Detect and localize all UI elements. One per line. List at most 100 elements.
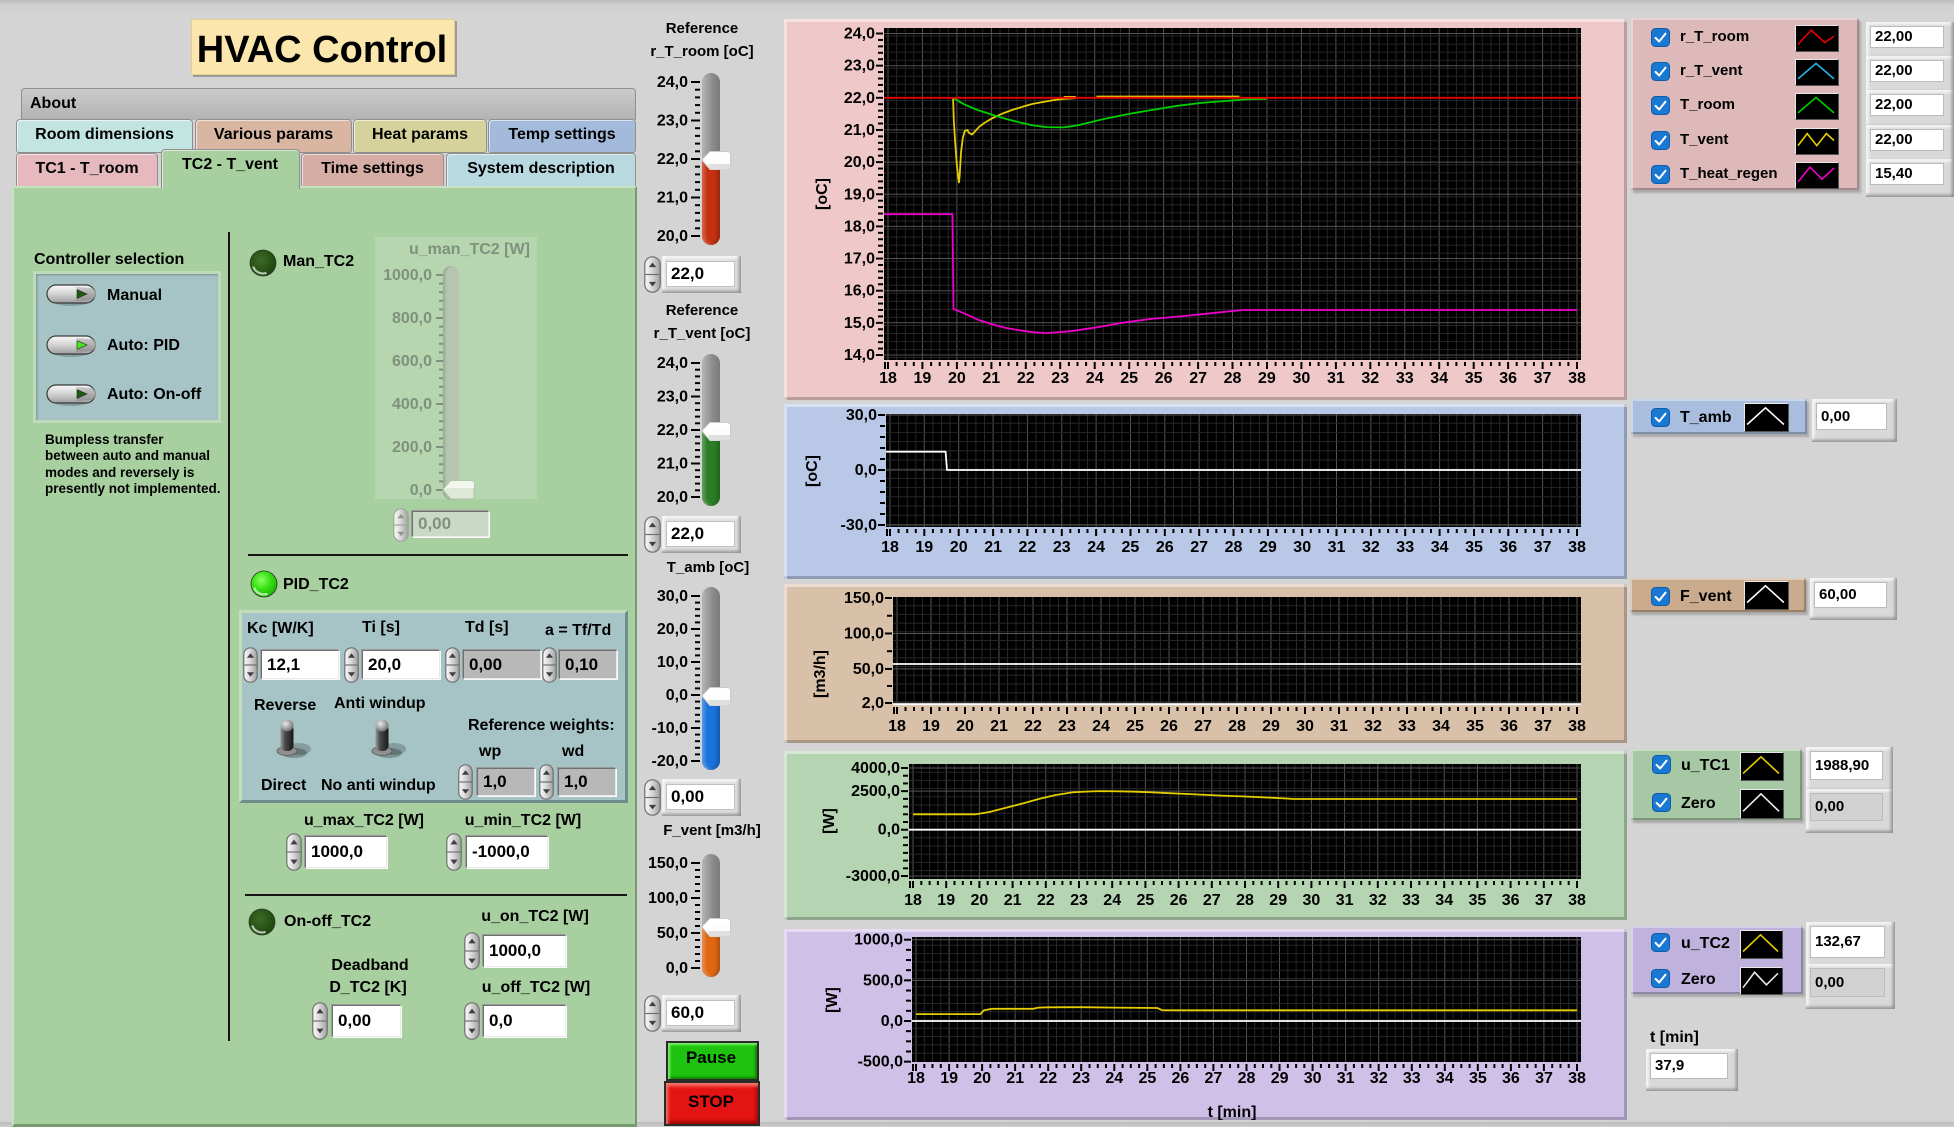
svg-text:23,0: 23,0 bbox=[844, 58, 875, 75]
svg-text:16,0: 16,0 bbox=[844, 283, 875, 300]
svg-text:0,0: 0,0 bbox=[666, 687, 688, 704]
svg-text:-20,0: -20,0 bbox=[652, 753, 689, 770]
svg-text:20: 20 bbox=[948, 370, 966, 387]
svg-text:19: 19 bbox=[915, 539, 933, 556]
svg-text:33: 33 bbox=[1403, 1070, 1421, 1087]
svg-text:22: 22 bbox=[1039, 1070, 1057, 1087]
svg-text:35: 35 bbox=[1469, 892, 1487, 909]
svg-text:30,0: 30,0 bbox=[846, 407, 877, 424]
svg-text:150,0: 150,0 bbox=[648, 855, 688, 872]
svg-text:21: 21 bbox=[1004, 892, 1022, 909]
svg-text:20: 20 bbox=[971, 892, 989, 909]
svg-text:29: 29 bbox=[1269, 892, 1287, 909]
svg-text:30: 30 bbox=[1303, 892, 1321, 909]
svg-text:34: 34 bbox=[1436, 1070, 1454, 1087]
svg-text:36: 36 bbox=[1502, 892, 1520, 909]
svg-text:30: 30 bbox=[1293, 370, 1311, 387]
svg-text:22,0: 22,0 bbox=[844, 90, 875, 107]
svg-text:18: 18 bbox=[881, 539, 899, 556]
svg-text:19: 19 bbox=[937, 892, 955, 909]
svg-text:14,0: 14,0 bbox=[844, 347, 875, 364]
svg-text:27: 27 bbox=[1190, 539, 1208, 556]
svg-text:600,0: 600,0 bbox=[392, 353, 432, 370]
svg-text:38: 38 bbox=[1568, 718, 1586, 735]
svg-text:20: 20 bbox=[956, 718, 974, 735]
svg-text:0,0: 0,0 bbox=[410, 482, 432, 499]
svg-text:32: 32 bbox=[1361, 370, 1379, 387]
svg-text:2,0: 2,0 bbox=[862, 695, 884, 712]
svg-text:24: 24 bbox=[1105, 1070, 1123, 1087]
svg-text:38: 38 bbox=[1568, 892, 1586, 909]
svg-text:23,0: 23,0 bbox=[657, 113, 688, 130]
svg-text:18: 18 bbox=[907, 1070, 925, 1087]
svg-text:22,0: 22,0 bbox=[657, 151, 688, 168]
svg-text:26: 26 bbox=[1170, 892, 1188, 909]
svg-text:36: 36 bbox=[1502, 1070, 1520, 1087]
svg-text:38: 38 bbox=[1568, 370, 1586, 387]
svg-text:25: 25 bbox=[1137, 892, 1155, 909]
svg-text:22: 22 bbox=[1024, 718, 1042, 735]
svg-text:26: 26 bbox=[1160, 718, 1178, 735]
svg-text:25: 25 bbox=[1120, 370, 1138, 387]
svg-text:27: 27 bbox=[1205, 1070, 1223, 1087]
svg-text:24,0: 24,0 bbox=[657, 355, 688, 372]
svg-text:20,0: 20,0 bbox=[844, 154, 875, 171]
svg-text:31: 31 bbox=[1336, 892, 1354, 909]
svg-text:22: 22 bbox=[1037, 892, 1055, 909]
svg-text:32: 32 bbox=[1362, 539, 1380, 556]
svg-text:26: 26 bbox=[1172, 1070, 1190, 1087]
svg-text:37: 37 bbox=[1535, 892, 1553, 909]
svg-text:37: 37 bbox=[1534, 718, 1552, 735]
svg-text:37: 37 bbox=[1534, 370, 1552, 387]
svg-text:33: 33 bbox=[1396, 370, 1414, 387]
svg-text:500,0: 500,0 bbox=[863, 972, 903, 989]
svg-text:25: 25 bbox=[1126, 718, 1144, 735]
svg-text:19: 19 bbox=[940, 1070, 958, 1087]
svg-text:21: 21 bbox=[990, 718, 1008, 735]
svg-text:35: 35 bbox=[1465, 539, 1483, 556]
svg-text:29: 29 bbox=[1271, 1070, 1289, 1087]
svg-text:20,0: 20,0 bbox=[657, 489, 688, 506]
svg-text:31: 31 bbox=[1328, 539, 1346, 556]
svg-text:19: 19 bbox=[922, 718, 940, 735]
svg-text:21: 21 bbox=[1006, 1070, 1024, 1087]
svg-text:29: 29 bbox=[1259, 539, 1277, 556]
svg-text:800,0: 800,0 bbox=[392, 310, 432, 327]
svg-text:100,0: 100,0 bbox=[844, 625, 884, 642]
svg-text:19,0: 19,0 bbox=[844, 186, 875, 203]
svg-text:0,0: 0,0 bbox=[881, 1013, 903, 1030]
svg-text:21,0: 21,0 bbox=[657, 456, 688, 473]
svg-text:t [min]: t [min] bbox=[1208, 1104, 1257, 1120]
svg-text:-3000,0: -3000,0 bbox=[846, 868, 900, 885]
svg-text:29: 29 bbox=[1258, 370, 1276, 387]
svg-text:23: 23 bbox=[1051, 370, 1069, 387]
svg-text:20: 20 bbox=[973, 1070, 991, 1087]
svg-text:28: 28 bbox=[1225, 539, 1243, 556]
svg-text:18: 18 bbox=[888, 718, 906, 735]
svg-text:21,0: 21,0 bbox=[657, 190, 688, 207]
svg-text:38: 38 bbox=[1568, 539, 1586, 556]
svg-text:37: 37 bbox=[1534, 539, 1552, 556]
svg-text:[m3/h]: [m3/h] bbox=[812, 650, 829, 698]
svg-text:1000,0: 1000,0 bbox=[383, 267, 432, 284]
svg-text:23,0: 23,0 bbox=[657, 389, 688, 406]
svg-text:21: 21 bbox=[982, 370, 1000, 387]
svg-text:35: 35 bbox=[1469, 1070, 1487, 1087]
svg-text:27: 27 bbox=[1203, 892, 1221, 909]
svg-text:[W]: [W] bbox=[821, 808, 838, 834]
svg-text:25: 25 bbox=[1139, 1070, 1157, 1087]
svg-text:18,0: 18,0 bbox=[844, 218, 875, 235]
svg-text:32: 32 bbox=[1364, 718, 1382, 735]
svg-text:35: 35 bbox=[1466, 718, 1484, 735]
svg-text:24: 24 bbox=[1092, 718, 1110, 735]
svg-text:30: 30 bbox=[1296, 718, 1314, 735]
svg-text:31: 31 bbox=[1337, 1070, 1355, 1087]
svg-text:24: 24 bbox=[1087, 539, 1105, 556]
svg-text:24: 24 bbox=[1086, 370, 1104, 387]
svg-text:36: 36 bbox=[1500, 718, 1518, 735]
svg-text:[oC]: [oC] bbox=[804, 455, 821, 487]
svg-text:24: 24 bbox=[1103, 892, 1121, 909]
svg-text:24,0: 24,0 bbox=[844, 26, 875, 43]
svg-text:4000,0: 4000,0 bbox=[851, 760, 900, 777]
svg-text:34: 34 bbox=[1432, 718, 1450, 735]
